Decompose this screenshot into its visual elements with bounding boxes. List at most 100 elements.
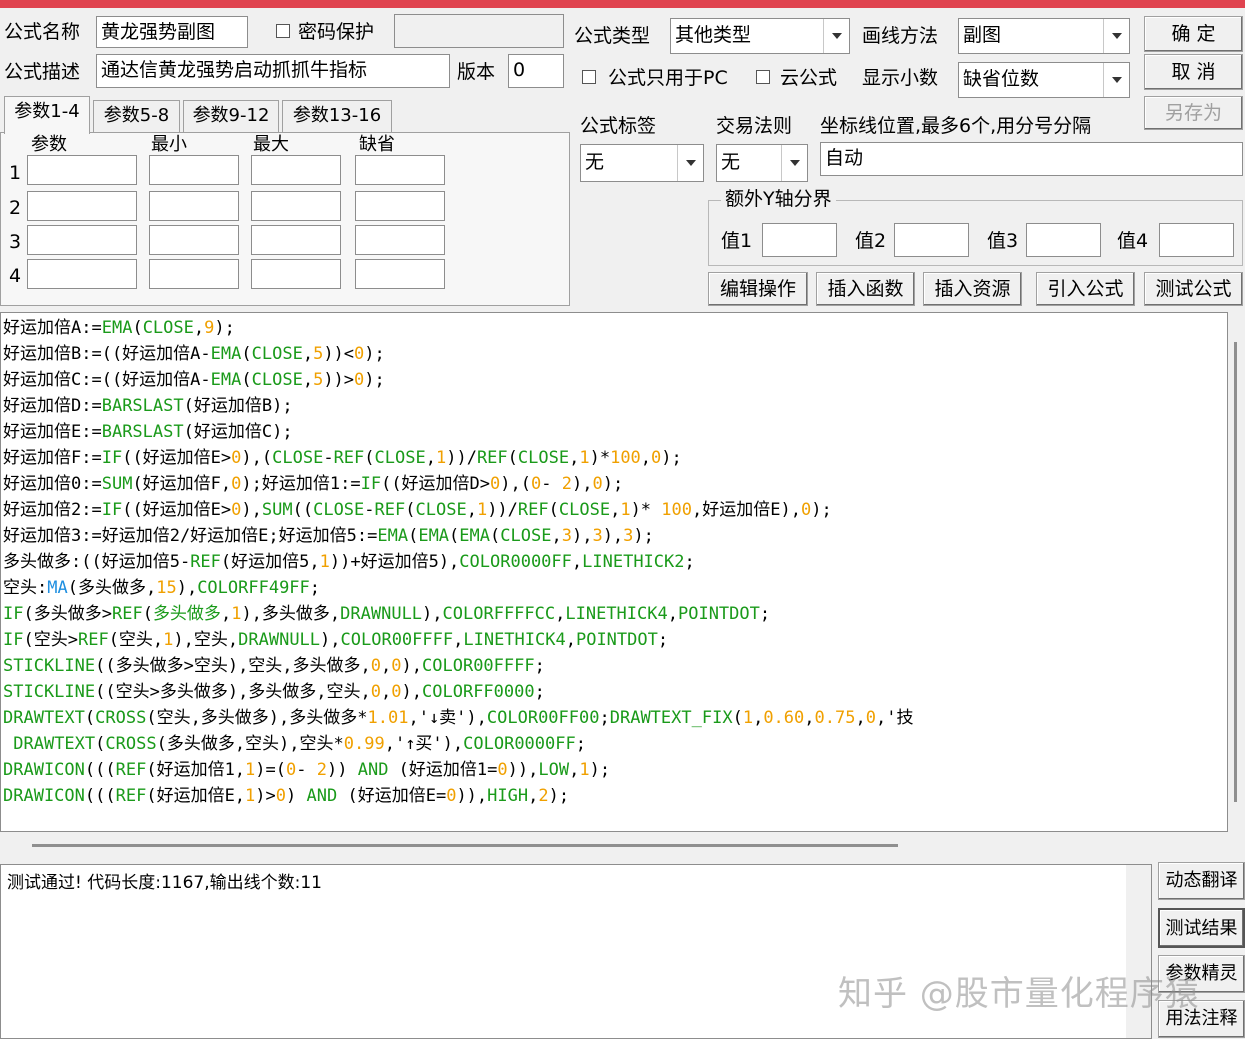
- password-input[interactable]: [394, 14, 564, 48]
- code-token: REF: [517, 500, 549, 520]
- val2-input[interactable]: [894, 223, 969, 257]
- code-token: ))>: [323, 370, 355, 390]
- val1-input[interactable]: [762, 223, 837, 257]
- param-min-input[interactable]: [149, 259, 239, 289]
- code-editor[interactable]: 好运加倍A:=EMA(CLOSE,9); 好运加倍B:=((好运加倍A-EMA(C…: [0, 312, 1228, 832]
- code-token: 多头做多: [152, 604, 221, 624]
- cloud-label: 云公式: [780, 67, 838, 89]
- scroll-thumb[interactable]: [32, 844, 898, 847]
- code-token: );: [364, 344, 385, 364]
- val2-label: 值2: [855, 230, 887, 252]
- password-checkbox[interactable]: [276, 24, 290, 38]
- code-token: 1: [245, 760, 256, 780]
- code-token: ;: [657, 630, 669, 650]
- param-default-input[interactable]: [355, 191, 445, 221]
- insert-res-button[interactable]: 插入资源: [923, 272, 1022, 306]
- chevron-down-icon[interactable]: [1103, 63, 1129, 97]
- tab-params-9-12[interactable]: 参数9-12: [183, 100, 279, 132]
- title-strip: [0, 0, 1245, 8]
- code-token: 好运加倍0:=: [3, 474, 102, 494]
- dynamic-translate-button[interactable]: 动态翻译: [1158, 862, 1245, 900]
- version-input[interactable]: 0: [508, 54, 564, 88]
- param-row-number: 2: [9, 197, 22, 219]
- name-input[interactable]: 黄龙强势副图: [96, 16, 248, 48]
- code-token: DRAWTEXT_FIX: [609, 708, 733, 728]
- decimal-select[interactable]: 缺省位数: [958, 62, 1130, 98]
- param-min-input[interactable]: [149, 155, 239, 185]
- code-token: ;: [534, 682, 545, 702]
- ok-button[interactable]: 确 定: [1144, 16, 1243, 52]
- tab-params-1-4[interactable]: 参数1-4: [4, 96, 90, 134]
- code-token: DRAWTEXT: [13, 734, 96, 754]
- tag-select[interactable]: 无: [580, 144, 704, 182]
- pc-only-checkbox[interactable]: [582, 70, 596, 84]
- draw-select[interactable]: 副图: [958, 18, 1130, 54]
- test-formula-button[interactable]: 测试公式: [1144, 272, 1243, 306]
- param-name-input[interactable]: [27, 259, 137, 289]
- code-token: ),: [401, 682, 423, 702]
- scroll-thumb[interactable]: [1234, 342, 1237, 802]
- vertical-scrollbar[interactable]: [1228, 312, 1245, 832]
- tab-params-13-16[interactable]: 参数13-16: [282, 100, 392, 132]
- code-token: 1: [163, 630, 174, 650]
- extra-y-label: 额外Y轴分界: [721, 187, 836, 211]
- import-formula-button[interactable]: 引入公式: [1036, 272, 1135, 306]
- param-max-input[interactable]: [251, 191, 341, 221]
- code-token: CLOSE: [558, 500, 611, 520]
- param-name-input[interactable]: [27, 225, 137, 255]
- code-token: IF: [101, 500, 123, 520]
- code-token: 9: [204, 318, 215, 338]
- desc-input[interactable]: 通达信黄龙强势启动抓抓牛指标: [96, 54, 450, 88]
- code-token: 1.01: [367, 708, 409, 728]
- rule-select[interactable]: 无: [716, 144, 808, 182]
- code-token: SUM: [101, 474, 133, 494]
- param-default-input[interactable]: [355, 225, 445, 255]
- code-token: DRAWICON: [3, 786, 85, 806]
- insert-func-button[interactable]: 插入函数: [816, 272, 915, 306]
- code-token: (: [95, 734, 106, 754]
- tag-label: 公式标签: [580, 115, 657, 137]
- param-min-input[interactable]: [149, 191, 239, 221]
- param-max-input[interactable]: [251, 155, 341, 185]
- param-name-input[interactable]: [27, 155, 137, 185]
- code-token: CLOSE: [313, 500, 365, 520]
- code-token: ((好运加倍E>: [122, 500, 232, 520]
- code-token: );: [811, 500, 832, 520]
- code-token: ,: [220, 604, 232, 624]
- tab-params-5-8[interactable]: 参数5-8: [93, 100, 180, 132]
- param-default-input[interactable]: [355, 155, 445, 185]
- cloud-checkbox[interactable]: [756, 70, 770, 84]
- code-token: (好运加倍B);: [183, 396, 293, 416]
- param-max-input[interactable]: [251, 259, 341, 289]
- coord-input[interactable]: 自动: [820, 142, 1243, 176]
- val3-input[interactable]: [1026, 223, 1101, 257]
- param-name-input[interactable]: [27, 191, 137, 221]
- code-token: 好运加倍B:=((好运加倍A-: [3, 344, 211, 364]
- param-header-max: 最大: [253, 134, 289, 155]
- horizontal-scrollbar[interactable]: [0, 832, 1228, 858]
- code-token: (多头做多>: [23, 604, 112, 624]
- rule-label: 交易法则: [716, 115, 793, 137]
- type-select[interactable]: 其他类型: [670, 18, 850, 54]
- code-token: 1: [620, 500, 631, 520]
- code-token: DRAWNULL: [238, 630, 321, 650]
- chevron-down-icon[interactable]: [823, 19, 849, 53]
- edit-op-button[interactable]: 编辑操作: [708, 272, 808, 306]
- test-result-button[interactable]: 测试结果: [1158, 908, 1245, 948]
- code-token: ,: [193, 318, 205, 338]
- chevron-down-icon[interactable]: [1103, 19, 1129, 53]
- val3-label: 值3: [987, 230, 1019, 252]
- chevron-down-icon[interactable]: [781, 145, 807, 181]
- code-token: MA: [47, 578, 68, 598]
- code-token: );: [214, 318, 235, 338]
- chevron-down-icon[interactable]: [677, 145, 703, 181]
- code-token: ,: [302, 370, 314, 390]
- param-max-input[interactable]: [251, 225, 341, 255]
- val4-input[interactable]: [1159, 223, 1234, 257]
- code-token: BARSLAST: [101, 422, 184, 442]
- cancel-button[interactable]: 取 消: [1144, 54, 1243, 90]
- param-default-input[interactable]: [355, 259, 445, 289]
- param-min-input[interactable]: [149, 225, 239, 255]
- code-token: ,: [569, 448, 580, 468]
- save-as-button[interactable]: 另存为: [1144, 96, 1243, 130]
